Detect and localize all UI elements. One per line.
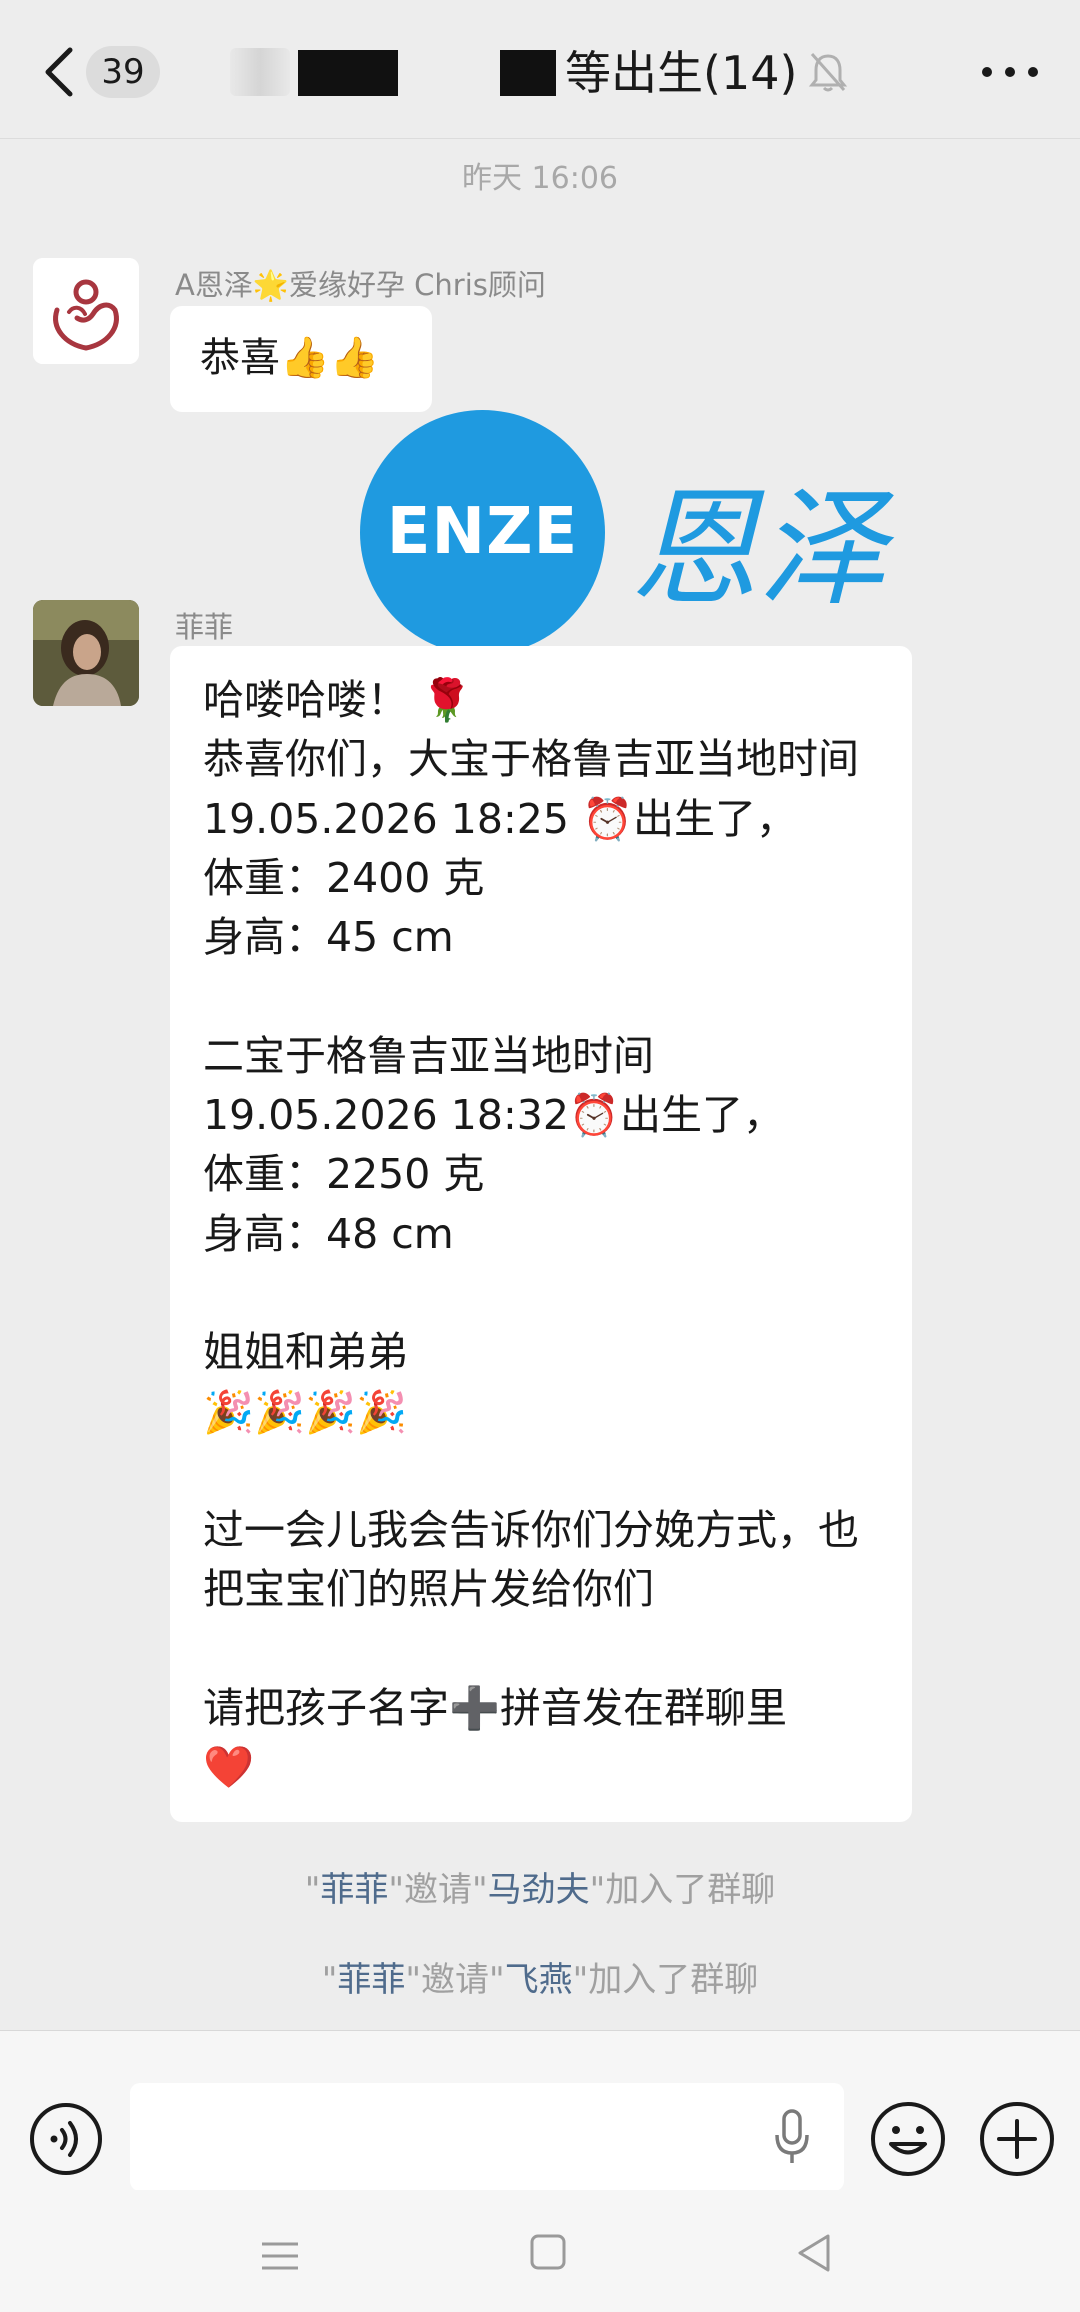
message-input-bar [0, 2030, 1080, 2191]
enze-logo-chinese: 恩泽 [630, 475, 887, 624]
system-text: "加入了群聊 [572, 1960, 759, 2000]
chat-title-area[interactable]: 等出生(14) [220, 38, 860, 108]
system-text: " [321, 1960, 338, 2000]
back-button[interactable] [40, 42, 80, 102]
more-options-icon[interactable] [975, 50, 1045, 94]
emoji-icon[interactable] [868, 2099, 948, 2179]
message-bubble[interactable]: 哈喽哈喽！ 🌹 恭喜你们，大宝于格鲁吉亚当地时间 19.05.2026 18:2… [170, 646, 912, 1822]
recent-apps-icon[interactable] [258, 2236, 302, 2276]
system-message: "菲菲"邀请"马劲夫"加入了群聊 [0, 1862, 1080, 1911]
sender-name: 菲菲 [175, 610, 234, 644]
system-text: "邀请" [405, 1960, 505, 2000]
voice-mode-icon[interactable] [28, 2101, 104, 2177]
unread-count-badge[interactable]: 39 [86, 46, 160, 98]
microphone-icon[interactable] [772, 2107, 812, 2167]
chevron-left-icon [45, 47, 73, 97]
message-bubble[interactable]: 恭喜👍👍 [170, 306, 432, 412]
user-photo-icon [33, 600, 139, 706]
system-text: "邀请" [388, 1870, 488, 1910]
enze-logo-text: ENZE [386, 495, 579, 569]
plus-icon[interactable] [977, 2099, 1057, 2179]
heart-hands-logo-icon [33, 258, 139, 364]
chat-header: 39 等出生(14) [0, 0, 1080, 139]
mute-bell-icon [808, 53, 848, 92]
home-icon[interactable] [528, 2232, 568, 2272]
sender-avatar[interactable] [33, 258, 139, 364]
system-text: " [304, 1870, 321, 1910]
message-timestamp: 昨天 16:06 [462, 161, 618, 196]
system-navigation-bar [0, 2190, 1080, 2312]
invitee-name-link[interactable]: 马劲夫 [488, 1870, 590, 1910]
redacted-title-segment [500, 50, 556, 96]
inviter-name-link[interactable]: 菲菲 [337, 1960, 405, 2000]
sender-avatar[interactable] [33, 600, 139, 706]
system-message: "菲菲"邀请"飞燕"加入了群聊 [0, 1952, 1080, 2001]
chat-title: 等出生(14) [565, 46, 798, 100]
redacted-title-segment [298, 50, 398, 96]
sender-name: A恩泽🌟爱缘好孕 Chris顾问 [175, 268, 546, 302]
blurred-title-segment [230, 48, 290, 96]
system-text: "加入了群聊 [589, 1870, 776, 1910]
back-triangle-icon[interactable] [794, 2230, 834, 2276]
invitee-name-link[interactable]: 飞燕 [505, 1960, 573, 2000]
message-text-input[interactable] [130, 2083, 844, 2191]
inviter-name-link[interactable]: 菲菲 [320, 1870, 388, 1910]
